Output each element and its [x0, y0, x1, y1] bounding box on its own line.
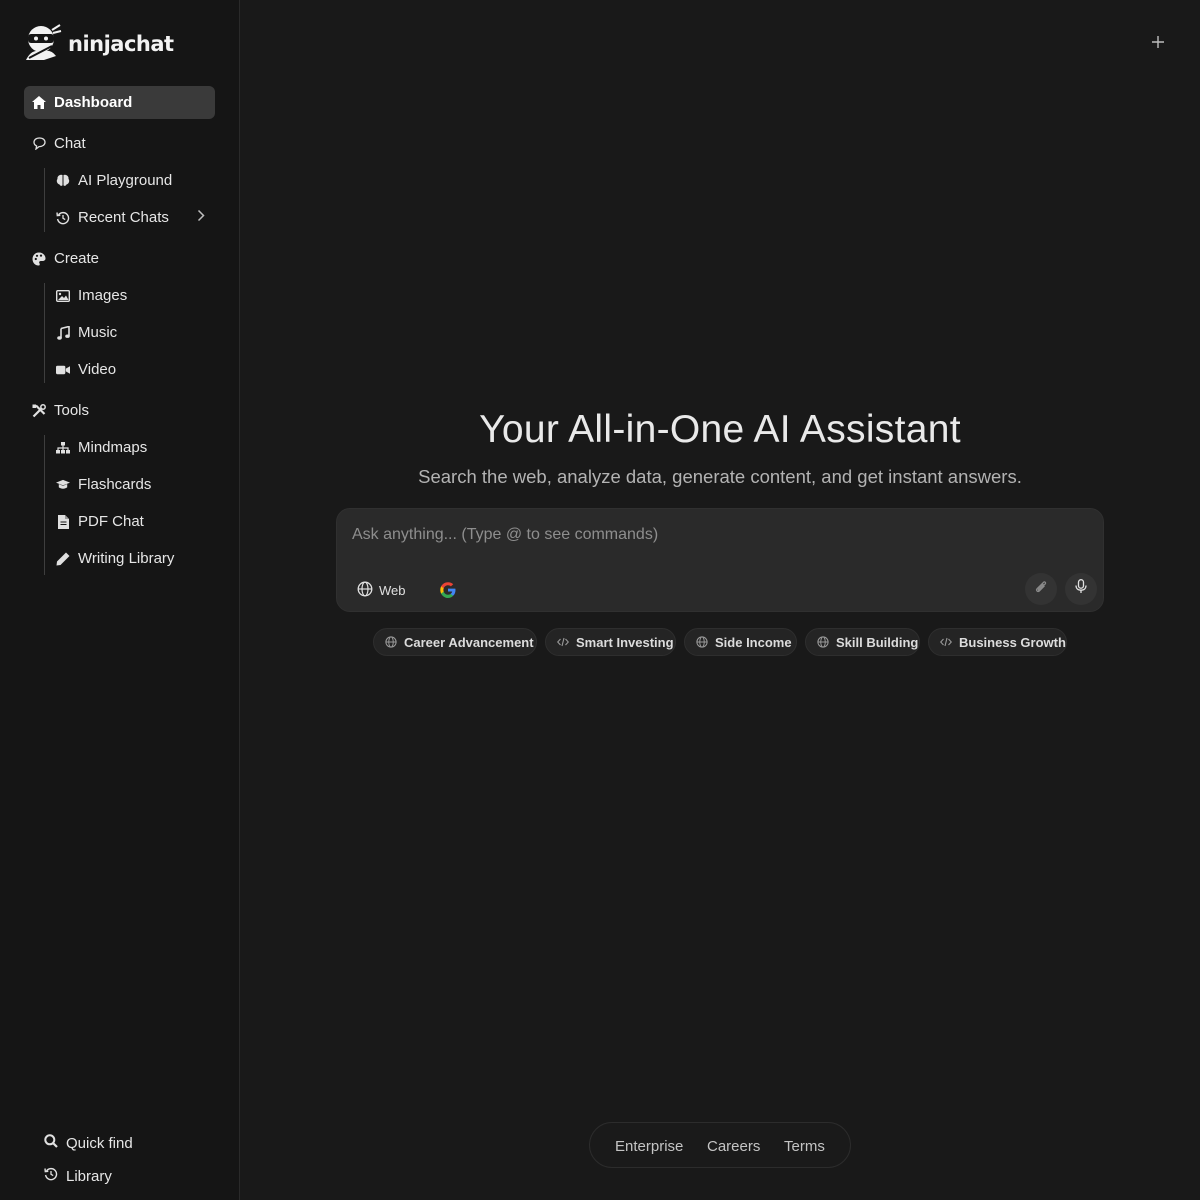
chip-business-growth[interactable]: Business Growth — [928, 628, 1067, 656]
sidebar-section-tools[interactable]: Tools — [32, 402, 89, 419]
video-camera-icon — [56, 363, 70, 377]
code-icon — [557, 637, 569, 647]
history-icon — [56, 211, 70, 225]
footer-link-careers[interactable]: Careers — [707, 1138, 760, 1155]
globe-icon — [357, 581, 373, 600]
subnav-divider — [44, 283, 45, 383]
sidebar-item-flashcards[interactable]: Flashcards — [56, 476, 151, 493]
chip-smart-investing[interactable]: Smart Investing — [545, 628, 676, 656]
new-chat-plus-icon[interactable] — [1146, 30, 1170, 54]
page-subtitle: Search the web, analyze data, generate c… — [418, 466, 1022, 487]
sidebar-item-label: Recent Chats — [78, 209, 169, 226]
footer-links: Enterprise Careers Terms — [589, 1122, 851, 1168]
chip-side-income[interactable]: Side Income — [684, 628, 797, 656]
sitemap-icon — [56, 441, 70, 455]
chevron-right-icon[interactable] — [197, 209, 205, 225]
chip-label: Business Growth — [959, 634, 1066, 650]
image-icon — [56, 289, 70, 303]
home-icon — [32, 96, 46, 110]
brain-icon — [56, 174, 70, 188]
sidebar-item-label: PDF Chat — [78, 513, 144, 530]
sidebar-section-label: Chat — [54, 135, 86, 152]
library-label: Library — [66, 1167, 112, 1185]
search-icon — [44, 1134, 58, 1152]
sidebar-item-label: Mindmaps — [78, 439, 148, 456]
sidebar-item-pdf-chat[interactable]: PDF Chat — [56, 513, 144, 530]
sidebar-item-label: Dashboard — [54, 94, 133, 111]
web-toggle-label: Web — [379, 583, 406, 598]
chat-bubble-icon — [32, 137, 46, 151]
music-note-icon — [56, 325, 70, 340]
library-button[interactable]: Library — [44, 1167, 112, 1185]
sidebar-item-label: Music — [78, 324, 118, 341]
code-icon — [940, 637, 952, 647]
prompt-input[interactable] — [352, 526, 1052, 544]
chat-composer: Web — [336, 508, 1104, 612]
footer-link-enterprise[interactable]: Enterprise — [615, 1138, 683, 1155]
sidebar-item-video[interactable]: Video — [56, 361, 116, 378]
pencil-icon — [56, 552, 70, 566]
globe-icon — [385, 636, 397, 648]
chip-label: Smart Investing — [576, 634, 674, 650]
chip-skill-building[interactable]: Skill Building — [805, 628, 920, 656]
google-icon[interactable] — [439, 581, 457, 599]
chip-label: Side Income — [715, 634, 792, 650]
palette-icon — [32, 252, 46, 266]
attach-button[interactable] — [1025, 573, 1057, 605]
sidebar-item-writing-library[interactable]: Writing Library — [56, 550, 174, 567]
sidebar-item-recent-chats[interactable]: Recent Chats — [56, 209, 206, 226]
subnav-divider — [44, 168, 45, 232]
web-search-toggle[interactable]: Web — [357, 581, 406, 600]
brand-name: ninjachat — [68, 32, 174, 56]
graduation-cap-icon — [56, 478, 70, 492]
sidebar-section-label: Create — [54, 250, 100, 267]
voice-input-button[interactable] — [1065, 573, 1097, 605]
sidebar-item-ai-playground[interactable]: AI Playground — [56, 172, 172, 189]
sidebar-section-label: Tools — [54, 402, 90, 419]
paperclip-icon — [1034, 580, 1048, 599]
globe-icon — [817, 636, 829, 648]
sidebar-item-images[interactable]: Images — [56, 287, 127, 304]
ninja-logo-icon — [24, 22, 62, 67]
sidebar-item-label: Video — [78, 361, 117, 378]
tools-icon — [32, 403, 46, 418]
sidebar-item-mindmaps[interactable]: Mindmaps — [56, 439, 147, 456]
sidebar-item-label: AI Playground — [78, 172, 173, 189]
sidebar-section-chat[interactable]: Chat — [32, 135, 86, 152]
quick-find-button[interactable]: Quick find — [44, 1134, 133, 1152]
chip-label: Skill Building — [836, 634, 919, 650]
chip-label: Career Advancement — [404, 634, 534, 650]
brand-logo[interactable]: ninjachat — [24, 22, 174, 67]
microphone-icon — [1075, 579, 1087, 599]
sidebar-item-label: Images — [78, 287, 128, 304]
sidebar-item-music[interactable]: Music — [56, 324, 117, 341]
history-icon — [44, 1167, 58, 1185]
file-icon — [56, 514, 70, 529]
sidebar-item-dashboard[interactable]: Dashboard — [24, 86, 215, 119]
footer-link-terms[interactable]: Terms — [784, 1138, 825, 1155]
subnav-divider — [44, 435, 45, 575]
sidebar-item-label: Writing Library — [78, 550, 175, 567]
sidebar-section-create[interactable]: Create — [32, 250, 99, 267]
chip-career-advancement[interactable]: Career Advancement — [373, 628, 537, 656]
sidebar: ninjachat Dashboard Chat AI Playground R… — [0, 0, 240, 1200]
sidebar-item-label: Flashcards — [78, 476, 152, 493]
globe-icon — [696, 636, 708, 648]
page-title: Your All-in-One AI Assistant — [479, 408, 961, 451]
quick-find-label: Quick find — [66, 1134, 133, 1152]
